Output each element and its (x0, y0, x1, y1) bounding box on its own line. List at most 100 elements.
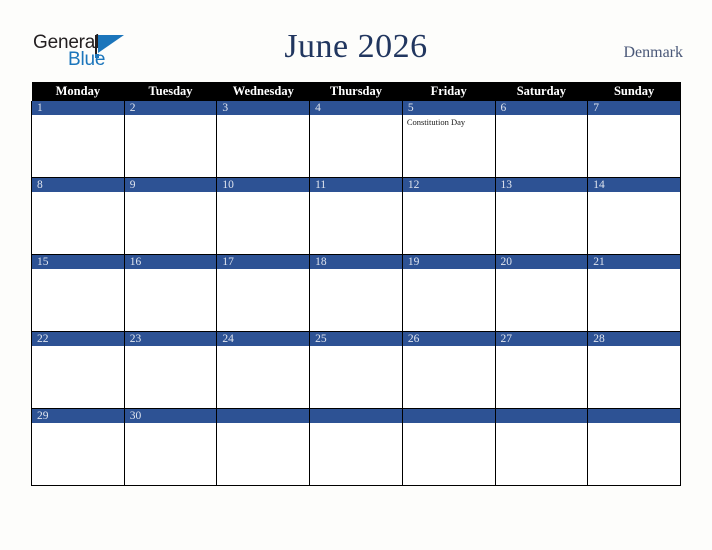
day-cell-content: 28 (588, 332, 680, 408)
calendar-day-cell[interactable]: 28 (587, 331, 681, 409)
day-cell-content: 22 (32, 332, 124, 408)
day-number (588, 409, 680, 423)
page-header: General Blue June 2026 Denmark (0, 0, 712, 82)
day-cell-content: 9 (124, 178, 217, 254)
calendar-week-row: 1 2 3 4 5 Constitution Day 6 7 (31, 101, 681, 178)
calendar-empty-cell[interactable] (309, 408, 403, 486)
calendar-day-cell[interactable]: 19 (401, 254, 496, 332)
day-cell-content: 27 (495, 332, 588, 408)
day-cell-content: 23 (124, 332, 217, 408)
calendar-day-cell[interactable]: 15 (31, 254, 125, 332)
day-cell-content: 1 (32, 101, 124, 177)
calendar-day-cell[interactable]: 12 (401, 177, 496, 255)
calendar-day-cell[interactable]: 4 (309, 101, 403, 178)
calendar-day-cell[interactable]: 29 (31, 408, 125, 486)
calendar-empty-cell[interactable] (401, 408, 496, 486)
weekday-header-tuesday: Tuesday (124, 82, 217, 101)
day-events (403, 269, 495, 271)
day-cell-content: 21 (588, 255, 680, 331)
day-cell-content: 3 (217, 101, 310, 177)
calendar-day-cell[interactable]: 16 (123, 254, 218, 332)
day-events (217, 346, 309, 348)
calendar-day-cell[interactable]: 14 (587, 177, 681, 255)
day-number: 10 (217, 178, 310, 192)
calendar-week-row: 15 16 17 18 19 20 21 (31, 254, 681, 332)
day-events (496, 115, 588, 117)
day-cell-content (217, 409, 310, 485)
calendar-day-cell[interactable]: 11 (309, 177, 403, 255)
day-events (403, 346, 495, 348)
calendar-day-cell[interactable]: 1 (31, 101, 125, 178)
day-number: 7 (588, 101, 680, 115)
day-cell-content: 2 (124, 101, 217, 177)
day-events (588, 269, 680, 271)
day-events (217, 192, 309, 194)
calendar-day-cell[interactable]: 26 (401, 331, 496, 409)
calendar-day-cell[interactable]: 5 Constitution Day (401, 101, 496, 178)
day-events (310, 115, 402, 117)
day-cell-content: 8 (32, 178, 124, 254)
calendar-day-cell[interactable]: 20 (494, 254, 589, 332)
day-number: 1 (32, 101, 124, 115)
day-cell-content: 24 (217, 332, 310, 408)
day-number: 12 (402, 178, 495, 192)
day-number (310, 409, 402, 423)
calendar-day-cell[interactable]: 30 (123, 408, 218, 486)
calendar-day-cell[interactable]: 22 (31, 331, 125, 409)
calendar-body: 1 2 3 4 5 Constitution Day 6 7 8 9 10 11 12 13 14 15 16 1… (31, 101, 681, 486)
day-number (495, 409, 588, 423)
calendar-day-cell[interactable]: 6 (494, 101, 589, 178)
day-events (496, 423, 588, 425)
calendar-empty-cell[interactable] (216, 408, 311, 486)
day-number: 5 (402, 101, 495, 115)
day-events (32, 269, 124, 271)
day-number: 18 (310, 255, 402, 269)
day-cell-content: 10 (217, 178, 310, 254)
day-cell-content: 20 (495, 255, 588, 331)
day-number: 13 (495, 178, 588, 192)
day-number: 15 (32, 255, 124, 269)
calendar-day-cell[interactable]: 24 (216, 331, 311, 409)
day-events (125, 115, 217, 117)
day-cell-content: 16 (124, 255, 217, 331)
day-cell-content: 29 (32, 409, 124, 485)
day-events (217, 115, 309, 117)
day-events (217, 269, 309, 271)
calendar-day-cell[interactable]: 13 (494, 177, 589, 255)
day-number: 26 (402, 332, 495, 346)
day-cell-content: 11 (310, 178, 402, 254)
day-events (310, 346, 402, 348)
calendar-day-cell[interactable]: 9 (123, 177, 218, 255)
calendar-day-cell[interactable]: 21 (587, 254, 681, 332)
day-events (496, 269, 588, 271)
day-number: 21 (588, 255, 680, 269)
day-cell-content: 7 (588, 101, 680, 177)
calendar-page: General Blue June 2026 Denmark Monday Tue… (0, 0, 712, 550)
calendar-day-cell[interactable]: 23 (123, 331, 218, 409)
day-cell-content: 26 (402, 332, 495, 408)
day-number: 3 (217, 101, 310, 115)
calendar-day-cell[interactable]: 3 (216, 101, 311, 178)
calendar-day-cell[interactable]: 8 (31, 177, 125, 255)
day-cell-content: 4 (310, 101, 402, 177)
calendar-day-cell[interactable]: 2 (123, 101, 218, 178)
calendar-empty-cell[interactable] (587, 408, 681, 486)
weekday-header-saturday: Saturday (495, 82, 588, 101)
calendar-day-cell[interactable]: 27 (494, 331, 589, 409)
calendar-week-row: 8 9 10 11 12 13 14 (31, 177, 681, 255)
day-cell-content (402, 409, 495, 485)
day-events (310, 269, 402, 271)
calendar-empty-cell[interactable] (494, 408, 589, 486)
day-events (588, 423, 680, 425)
calendar-day-cell[interactable]: 18 (309, 254, 403, 332)
weekday-header-monday: Monday (31, 82, 125, 101)
page-title: June 2026 (284, 28, 428, 65)
day-number: 20 (495, 255, 588, 269)
calendar-day-cell[interactable]: 17 (216, 254, 311, 332)
day-number: 6 (495, 101, 588, 115)
day-events (32, 346, 124, 348)
day-number: 22 (32, 332, 124, 346)
calendar-day-cell[interactable]: 10 (216, 177, 311, 255)
calendar-day-cell[interactable]: 7 (587, 101, 681, 178)
calendar-day-cell[interactable]: 25 (309, 331, 403, 409)
